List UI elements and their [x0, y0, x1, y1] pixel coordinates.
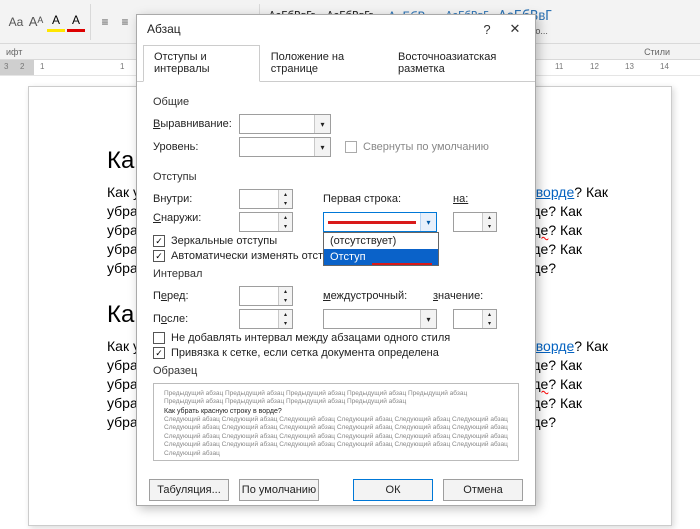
firstline-option-none[interactable]: (отсутствует)	[324, 233, 438, 249]
dialog-tabs: Отступы и интервалы Положение на страниц…	[137, 45, 535, 82]
tab-position[interactable]: Положение на странице	[260, 45, 387, 82]
grid-label: Привязка к сетке, если сетка документа о…	[171, 347, 439, 359]
firstline-combo[interactable]: ▾ (отсутствует) Отступ	[323, 212, 437, 232]
tab-east[interactable]: Восточноазиатская разметка	[387, 45, 535, 82]
chevron-down-icon: ▾	[314, 138, 330, 156]
before-spinner[interactable]: ▴▾	[239, 286, 293, 306]
outside-spinner[interactable]: ▴▾	[239, 212, 293, 232]
annotation-highlight	[328, 221, 416, 224]
after-spinner[interactable]: ▴▾	[239, 309, 293, 329]
chevron-down-icon: ▾	[420, 213, 436, 231]
collapsed-label: Свернуты по умолчанию	[363, 141, 489, 153]
firstline-label: Первая строка:	[323, 193, 423, 205]
numbering-icon[interactable]: ≡	[116, 12, 134, 32]
collapsed-checkbox	[345, 141, 357, 153]
alignment-combo[interactable]: ▾	[239, 114, 331, 134]
font-aa-icon[interactable]: Aa	[7, 12, 25, 32]
ok-button[interactable]: ОК	[353, 479, 433, 501]
chevron-down-icon: ▾	[420, 310, 436, 328]
font-color-icon[interactable]: A	[67, 12, 85, 32]
level-label: Уровень:	[153, 141, 239, 153]
alignment-label: ВВыравнивание:ыравнивание:	[153, 118, 239, 130]
group-styles-label: Стили	[644, 47, 670, 57]
paragraph-dialog: Абзац ? ✕ Отступы и интервалы Положение …	[136, 14, 536, 506]
no-same-style-checkbox[interactable]	[153, 332, 165, 344]
inside-label: Внутри:	[153, 193, 239, 205]
dialog-panel: Общие ВВыравнивание:ыравнивание: ▾ Урове…	[137, 82, 535, 469]
group-font-label: ифт	[6, 47, 22, 57]
linespacing-label: междустрочный:	[323, 290, 423, 302]
preview-box: Предыдущий абзац Предыдущий абзац Предыд…	[153, 383, 519, 461]
firstline-dropdown: (отсутствует) Отступ	[323, 232, 439, 266]
section-spacing: Интервал	[153, 268, 519, 280]
before-label: Перед:	[153, 290, 239, 302]
linespacing-combo[interactable]: ▾	[323, 309, 437, 329]
by-label: на:	[453, 193, 468, 205]
default-button[interactable]: По умолчанию	[239, 479, 319, 501]
tabs-button[interactable]: Табуляция...	[149, 479, 229, 501]
section-general: Общие	[153, 96, 519, 108]
value-label: значение:	[433, 290, 483, 302]
dialog-titlebar[interactable]: Абзац ? ✕	[137, 15, 535, 43]
grid-checkbox[interactable]	[153, 347, 165, 359]
mirror-checkbox[interactable]	[153, 235, 165, 247]
section-indents: Отступы	[153, 171, 519, 183]
dialog-title: Абзац	[147, 22, 473, 36]
inside-spinner[interactable]: ▴▾	[239, 189, 293, 209]
mirror-label: Зеркальные отступы	[171, 235, 277, 247]
highlight-icon[interactable]: A	[47, 12, 65, 32]
value-spinner[interactable]: ▴▾	[453, 309, 497, 329]
dialog-buttons: Табуляция... По умолчанию ОК Отмена	[137, 469, 535, 505]
cancel-button[interactable]: Отмена	[443, 479, 523, 501]
help-button[interactable]: ?	[473, 22, 501, 37]
bullets-icon[interactable]: ≡	[96, 12, 114, 32]
close-button[interactable]: ✕	[501, 21, 529, 37]
chevron-down-icon: ▾	[314, 115, 330, 133]
font-larger-icon[interactable]: Aᴬ	[27, 12, 45, 32]
by-spinner[interactable]: ▴▾	[453, 212, 497, 232]
after-label: После:	[153, 313, 239, 325]
no-same-style-label: Не добавлять интервал между абзацами одн…	[171, 332, 450, 344]
firstline-option-indent[interactable]: Отступ	[324, 249, 438, 265]
outside-label: Снаружи:	[153, 212, 239, 224]
level-combo[interactable]: ▾	[239, 137, 331, 157]
tab-indents[interactable]: Отступы и интервалы	[143, 45, 260, 82]
section-sample: Образец	[153, 365, 519, 377]
auto-right-checkbox[interactable]	[153, 250, 165, 262]
